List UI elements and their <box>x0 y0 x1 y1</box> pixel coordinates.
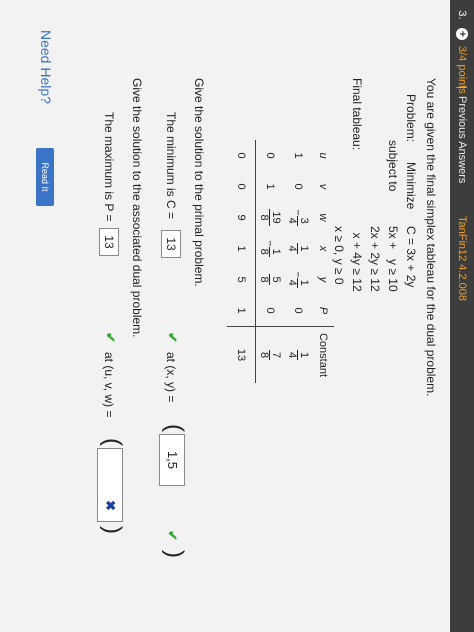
dual-at-label: at (u, v, w) = <box>102 352 116 418</box>
cell-r3-x: 1 <box>227 233 256 264</box>
col-header-v: v <box>317 183 329 190</box>
frac-num: 1 <box>297 277 311 288</box>
cell-r1-v: 0 <box>292 183 304 190</box>
cell-r1-u: 1 <box>292 152 304 159</box>
dual-max-label: The maximum is P = <box>102 112 116 222</box>
minimize-label: Minimize <box>404 162 418 210</box>
cell-r3-constant: 13 <box>227 326 256 383</box>
read-it-button[interactable]: Read It <box>36 148 54 206</box>
constraint-3: x + 4y ≥ 12 <box>350 226 364 292</box>
frac-den: 8 <box>258 276 271 283</box>
frac-den: 8 <box>258 351 271 359</box>
cell-r3-p: 1 <box>227 295 256 327</box>
cell-r2-v: 1 <box>264 183 276 190</box>
primal-at-label: at (x, y) = <box>164 352 178 403</box>
check-icon: ✔ <box>165 530 180 541</box>
objective-function: C = 3x + 2y <box>404 226 418 288</box>
cell-r2-x: −1 8 <box>258 240 283 257</box>
frac-num: 1 <box>297 349 311 361</box>
dual-prompt: Give the solution to the associated dual… <box>130 78 144 338</box>
cross-icon: ✖ <box>103 500 118 511</box>
frac-num: 3 <box>297 215 311 226</box>
frac-num: 1 <box>297 243 311 254</box>
cell-r3-v: 0 <box>227 171 256 202</box>
cell-r1-y: −1 4 <box>286 271 311 288</box>
problem-label: Problem: <box>404 94 418 143</box>
cell-r3-u: 0 <box>227 140 256 171</box>
previous-answers-link[interactable]: Previous Answers <box>450 96 474 183</box>
rotated-page: 3. + 3/4 points | Previous Answers TanFi… <box>0 0 474 632</box>
table-row: 1 0 −3 4 14 −1 4 0 14 <box>284 140 312 383</box>
open-paren: ( <box>99 438 126 446</box>
question-number: 3. <box>456 10 468 20</box>
nonnegativity-constraint: x ≥ 0, y ≥ 0 <box>332 226 346 285</box>
frac-den: 4 <box>286 245 299 252</box>
problem-code: TanFin12 4.2.008 <box>456 216 468 302</box>
frac-num: 7 <box>269 349 283 361</box>
cell-r1-w: −3 4 <box>286 209 311 226</box>
col-header-w: w <box>317 213 329 222</box>
max-value-field[interactable]: 13 <box>99 228 119 256</box>
cell-r2-u: 0 <box>264 152 276 159</box>
need-help-label: Need Help? <box>38 30 54 104</box>
cell-r1-x: 14 <box>284 233 312 264</box>
check-icon: ✔ <box>103 332 118 343</box>
cell-r3-y: 5 <box>227 264 256 295</box>
primal-prompt: Give the solution to the primal problem. <box>192 78 206 287</box>
frac-den: 8 <box>258 214 271 221</box>
cell-r3-w: 9 <box>227 202 256 233</box>
header-separator: | <box>456 86 468 89</box>
final-tableau-label: Final tableau: <box>350 78 364 151</box>
tableau-header-row: u v w x y P Constant <box>312 140 334 383</box>
constraint-1: 5x + y ≥ 10 <box>386 226 400 292</box>
frac-den: 4 <box>286 279 299 286</box>
close-paren: ) <box>161 550 188 558</box>
constraint-2: 2x + 2y ≥ 12 <box>368 226 382 292</box>
xy-value-field[interactable]: 1,5 <box>159 434 185 486</box>
frac-den: 4 <box>286 351 299 359</box>
cell-r1-constant: 14 <box>284 327 312 384</box>
plus-circle-icon[interactable]: + <box>456 28 468 40</box>
simplex-tableau: u v w x y P Constant 1 0 −3 4 14 −1 4 0 14… <box>227 140 334 383</box>
cell-r1-p: 0 <box>284 295 312 327</box>
col-header-constant: Constant <box>317 332 329 378</box>
col-header-p: P <box>312 295 334 327</box>
cell-r2-y: 58 <box>256 264 285 295</box>
open-paren: ( <box>161 424 188 432</box>
screenshot-stage: 3. + 3/4 points | Previous Answers TanFi… <box>0 0 474 632</box>
frac-num: 1 <box>269 246 283 257</box>
subject-to-label: subject to <box>386 140 400 192</box>
col-header-x: x <box>317 245 329 252</box>
question-header-bar: 3. + 3/4 points | Previous Answers TanFi… <box>450 0 474 632</box>
col-header-u: u <box>317 152 329 159</box>
frac-num: 19 <box>269 209 283 226</box>
frac-den: 8 <box>258 248 271 255</box>
primal-min-label: The minimum is C = <box>164 112 178 220</box>
table-row: 0 0 9 1 5 1 13 <box>227 140 256 383</box>
min-value-field[interactable]: 13 <box>161 230 181 258</box>
cell-r2-p: 0 <box>255 295 284 327</box>
close-paren: ) <box>99 526 126 534</box>
table-row: 0 1 19 8 −1 8 58 0 78 <box>255 140 285 384</box>
cell-r2-w: 19 8 <box>256 202 285 233</box>
frac-num: 5 <box>269 274 283 285</box>
problem-intro: You are given the final simplex tableau … <box>424 78 438 397</box>
check-icon: ✔ <box>165 332 180 343</box>
cell-r2-constant: 78 <box>256 327 285 384</box>
frac-den: 4 <box>286 217 299 224</box>
col-header-y: y <box>317 276 329 283</box>
